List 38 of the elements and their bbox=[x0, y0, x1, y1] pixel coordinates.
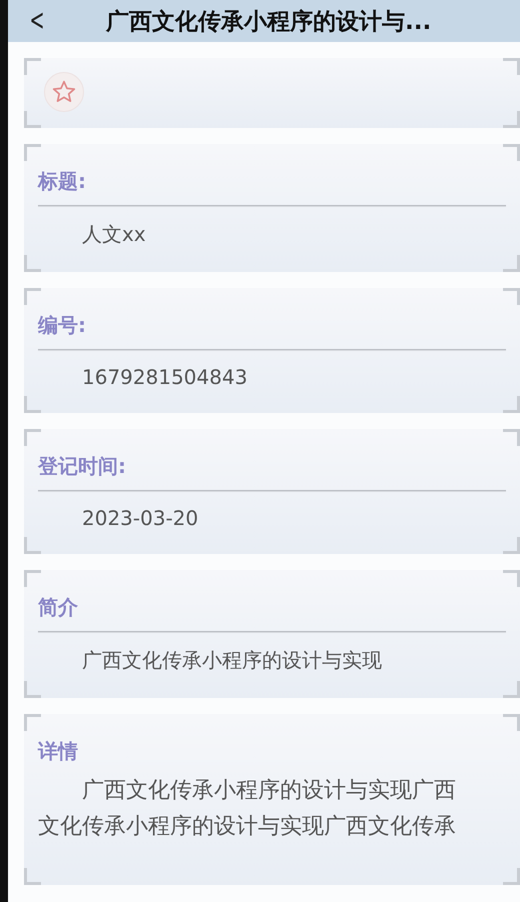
back-button[interactable]: < bbox=[20, 6, 54, 36]
field-value: 广西文化传承小程序的设计与实现 bbox=[81, 647, 382, 674]
corner-bracket bbox=[503, 255, 520, 272]
corner-bracket bbox=[24, 396, 41, 413]
corner-bracket bbox=[503, 714, 520, 731]
field-label: 标题: bbox=[38, 168, 86, 195]
corner-bracket bbox=[24, 868, 41, 885]
corner-bracket bbox=[24, 570, 41, 587]
corner-bracket bbox=[24, 429, 41, 446]
field-value: 人文xx bbox=[81, 221, 146, 248]
detail-text: 广西文化传承小程序的设计与实现广西文化传承小程序的设计与实现广西文化传承 bbox=[38, 777, 457, 841]
corner-bracket bbox=[24, 714, 41, 731]
corner-bracket bbox=[24, 681, 41, 698]
star-icon bbox=[51, 79, 77, 105]
field-label: 编号: bbox=[38, 312, 86, 339]
field-label: 登记时间: bbox=[38, 453, 126, 480]
field-label: 简介 bbox=[38, 594, 78, 621]
corner-bracket bbox=[24, 111, 41, 128]
field-value: 2023-03-20 bbox=[81, 505, 198, 532]
corner-bracket bbox=[503, 58, 520, 75]
corner-bracket bbox=[503, 681, 520, 698]
page-title: 广西文化传承小程序的设计与... bbox=[106, 8, 432, 36]
corner-bracket bbox=[24, 537, 41, 554]
corner-bracket bbox=[24, 58, 41, 75]
corner-bracket bbox=[24, 255, 41, 272]
field-label: 详情 bbox=[38, 738, 78, 765]
corner-bracket bbox=[503, 396, 520, 413]
corner-bracket bbox=[24, 144, 41, 161]
corner-bracket bbox=[503, 144, 520, 161]
corner-bracket bbox=[503, 868, 520, 885]
corner-bracket bbox=[503, 288, 520, 305]
favorite-button[interactable] bbox=[44, 72, 84, 112]
field-value: 1679281504843 bbox=[81, 364, 248, 391]
corner-bracket bbox=[24, 288, 41, 305]
corner-bracket bbox=[503, 537, 520, 554]
corner-bracket bbox=[503, 111, 520, 128]
corner-bracket bbox=[503, 429, 520, 446]
corner-bracket bbox=[503, 570, 520, 587]
